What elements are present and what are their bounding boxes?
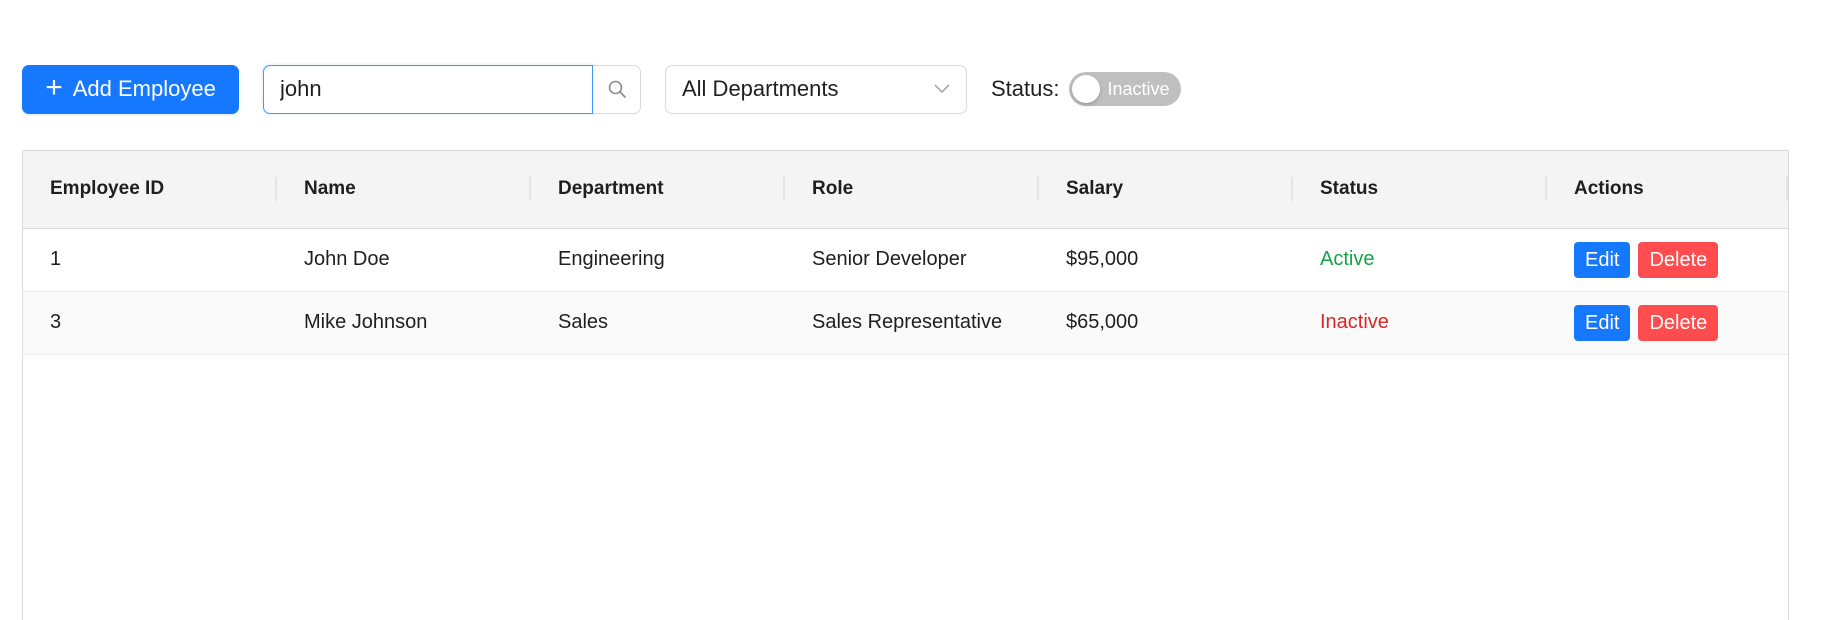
column-header-label: Name [304, 178, 356, 200]
column-header-salary[interactable]: Salary [1039, 151, 1293, 229]
chevron-down-icon [934, 84, 950, 94]
column-header-name[interactable]: Name [277, 151, 531, 229]
add-employee-button[interactable]: + Add Employee [22, 64, 239, 114]
search-button[interactable] [593, 64, 641, 114]
search-group [263, 64, 641, 114]
search-input[interactable] [263, 64, 593, 114]
column-header-label: Status [1320, 178, 1379, 200]
cell-salary: $65,000 [1039, 291, 1293, 355]
cell-actions: Edit Delete [1547, 228, 1788, 292]
toggle-knob [1072, 75, 1101, 103]
column-header-actions: Actions [1547, 151, 1788, 229]
search-icon [608, 80, 626, 98]
cell-status: Active [1293, 228, 1547, 292]
column-header-status[interactable]: Status [1293, 151, 1547, 229]
cell-role: Sales Representative [785, 291, 1039, 355]
cell-actions: Edit Delete [1547, 291, 1788, 355]
delete-button[interactable]: Delete [1638, 241, 1719, 278]
status-filter-label: Status: [991, 76, 1060, 101]
department-select[interactable]: All Departments [665, 64, 967, 114]
delete-button[interactable]: Delete [1638, 304, 1719, 341]
column-header-department[interactable]: Department [531, 151, 785, 229]
table-row: 1 John Doe Engineering Senior Developer … [23, 228, 1788, 292]
cell-department: Engineering [531, 228, 785, 292]
cell-name: Mike Johnson [277, 291, 531, 355]
cell-salary: $95,000 [1039, 228, 1293, 292]
column-header-label: Actions [1574, 178, 1644, 200]
add-employee-label: Add Employee [72, 76, 216, 101]
column-header-employee-id[interactable]: Employee ID [23, 151, 277, 229]
plus-icon: + [45, 70, 63, 104]
toolbar: + Add Employee All Departments Status: I… [22, 64, 1182, 114]
status-toggle-text: Inactive [1107, 78, 1170, 99]
cell-status: Inactive [1293, 291, 1547, 355]
department-select-value: All Departments [682, 76, 839, 101]
table-row: 3 Mike Johnson Sales Sales Representativ… [23, 291, 1788, 355]
column-header-label: Employee ID [50, 178, 165, 200]
cell-employee-id: 1 [23, 228, 277, 292]
column-header-label: Salary [1066, 178, 1124, 200]
column-header-role[interactable]: Role [785, 151, 1039, 229]
edit-button[interactable]: Edit [1574, 304, 1631, 341]
employee-table: Employee ID Name Department Role Salary … [22, 150, 1789, 620]
edit-button[interactable]: Edit [1574, 241, 1631, 278]
cell-role: Senior Developer [785, 228, 1039, 292]
status-toggle[interactable]: Inactive [1069, 72, 1182, 106]
column-header-label: Role [812, 178, 854, 200]
column-header-label: Department [558, 178, 664, 200]
cell-employee-id: 3 [23, 291, 277, 355]
cell-name: John Doe [277, 228, 531, 292]
table-header-row: Employee ID Name Department Role Salary … [23, 151, 1788, 229]
cell-department: Sales [531, 291, 785, 355]
